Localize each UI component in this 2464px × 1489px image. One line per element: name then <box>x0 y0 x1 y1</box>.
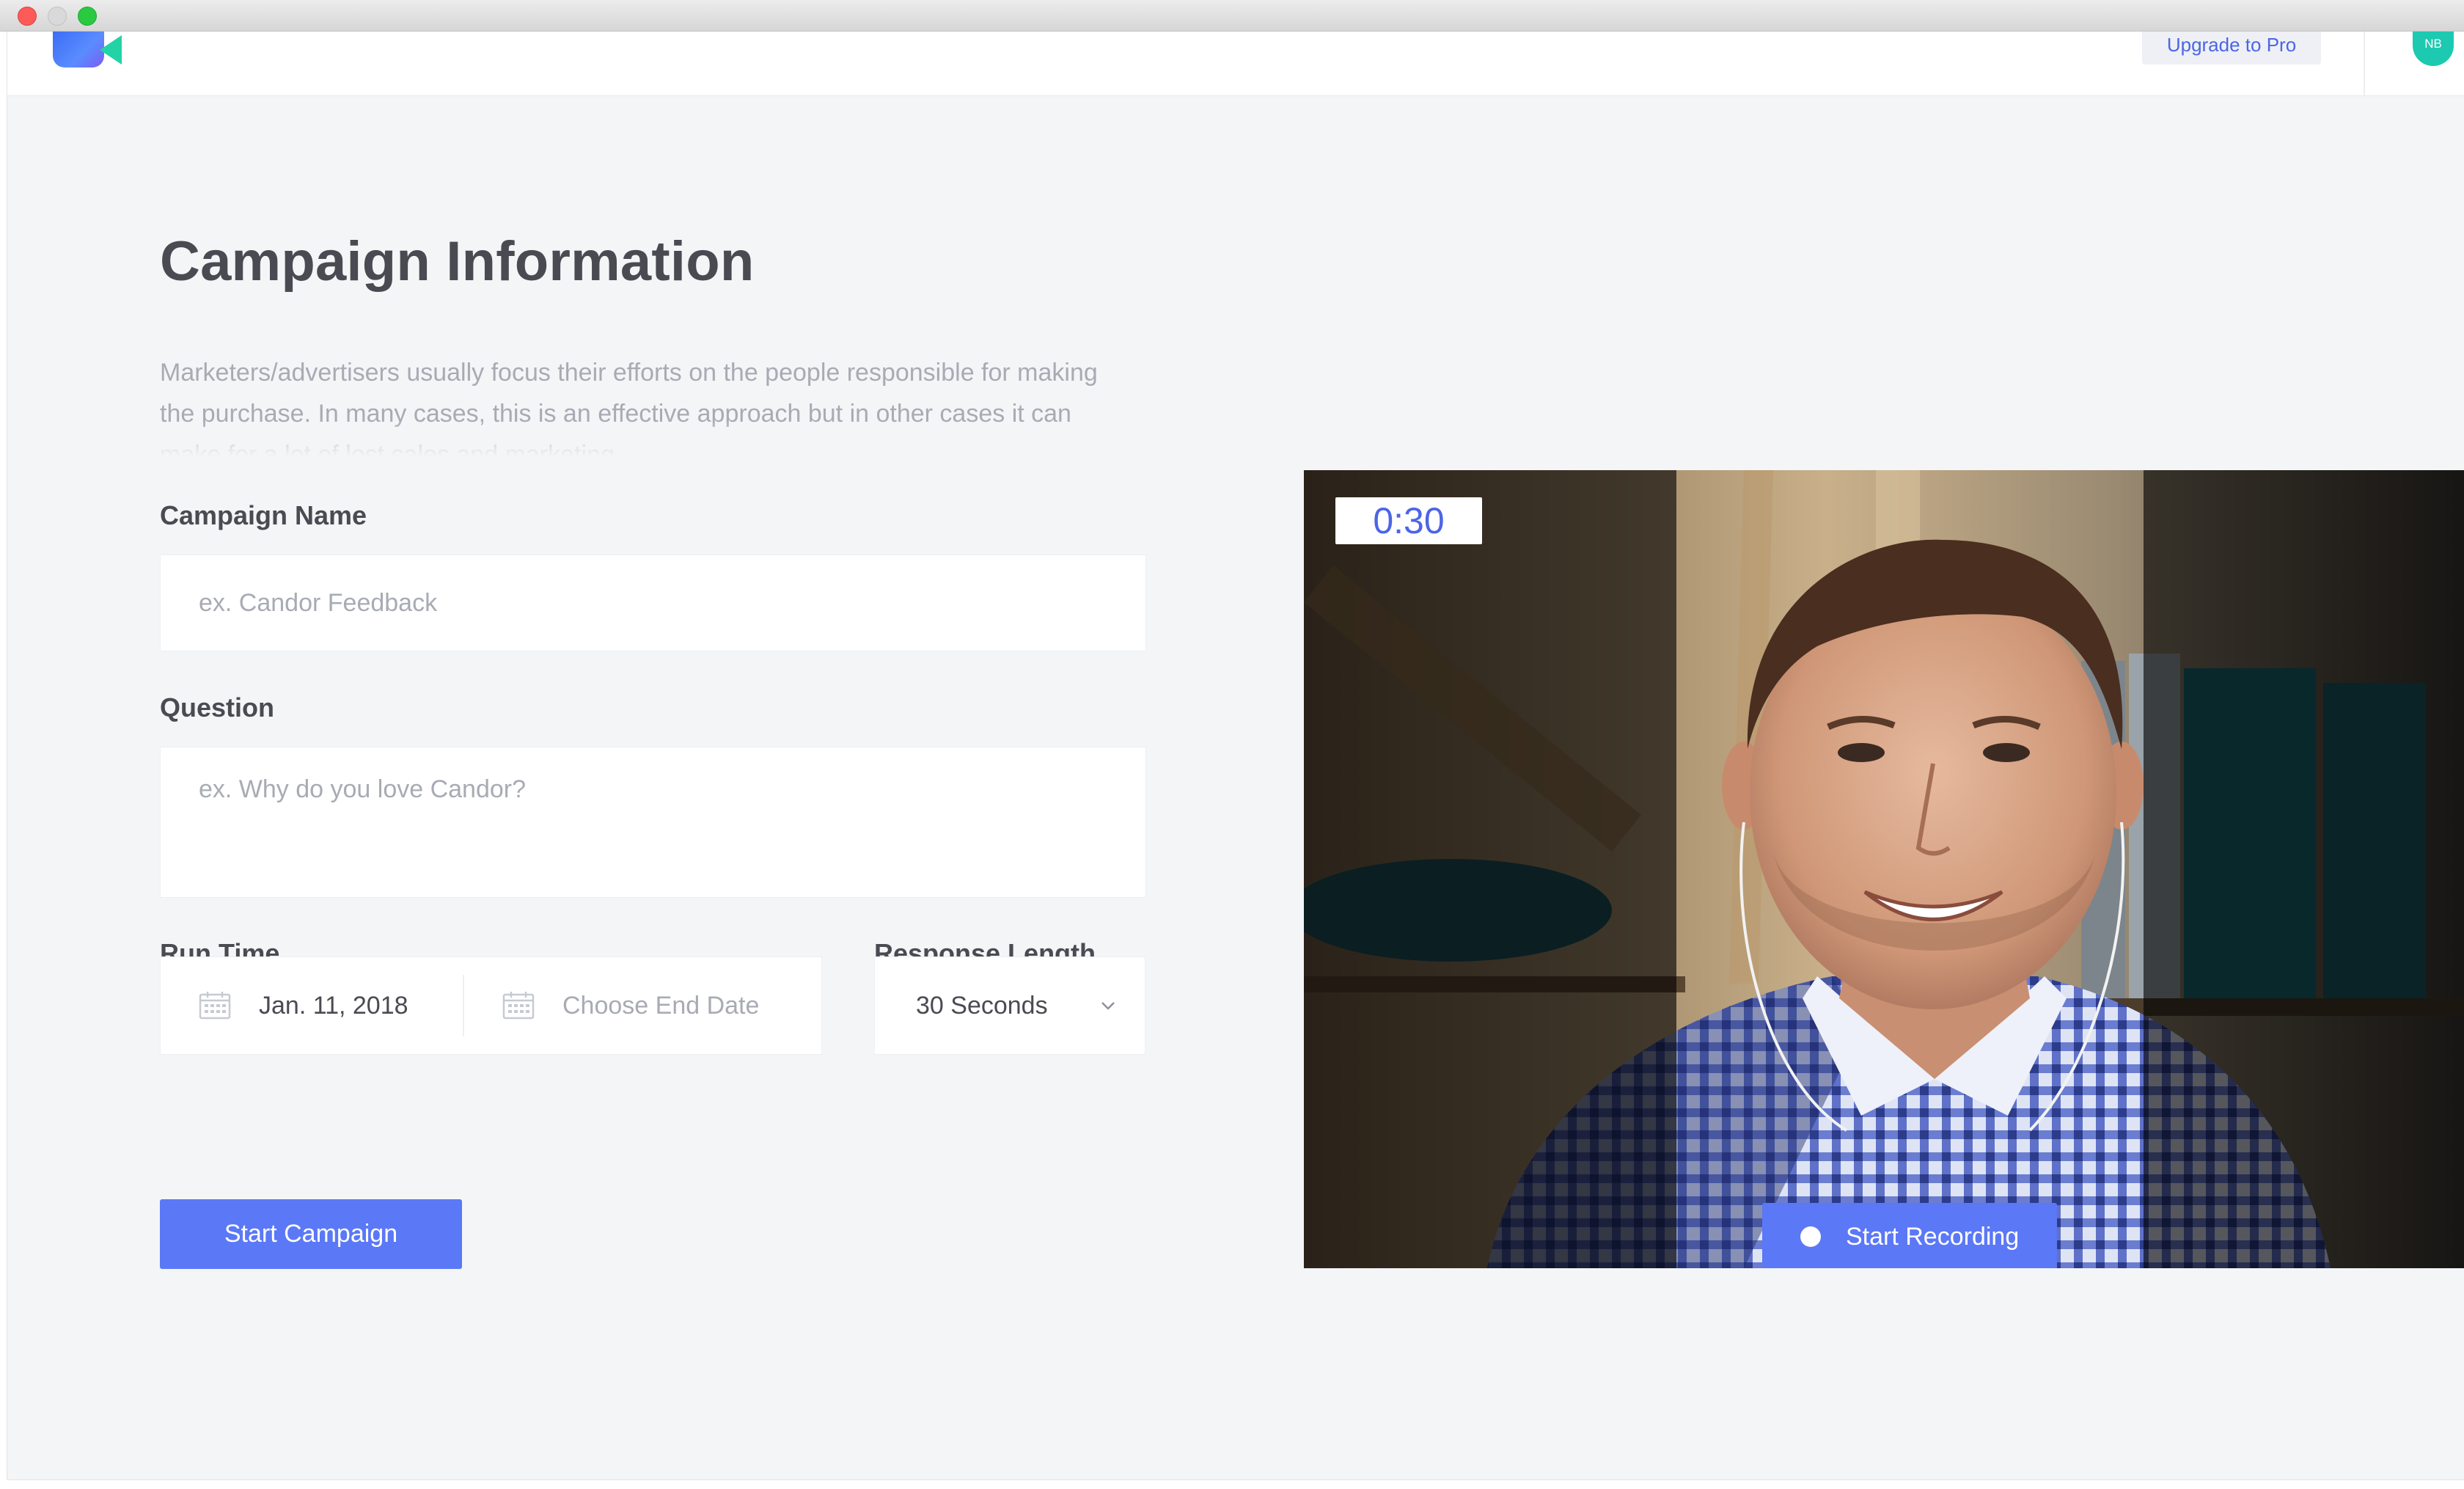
record-dot-icon <box>1800 1226 1821 1247</box>
user-avatar[interactable]: NB <box>2413 31 2454 66</box>
response-length-value: 30 Seconds <box>916 991 1048 1020</box>
calendar-icon <box>199 992 231 1020</box>
app-window: Upgrade to Pro NB Campaign Information M… <box>7 31 2464 1480</box>
response-length-select[interactable]: 30 Seconds <box>874 956 1145 1055</box>
start-date-value: Jan. 11, 2018 <box>259 991 408 1020</box>
chevron-down-icon <box>1101 1002 1115 1010</box>
question-label: Question <box>160 692 275 722</box>
video-overlay-right <box>2144 470 2464 1268</box>
campaign-name-input[interactable] <box>161 555 1145 651</box>
question-field <box>160 747 1146 898</box>
page-description: Marketers/advertisers usually focus thei… <box>160 359 1098 456</box>
close-window-button[interactable] <box>18 7 37 26</box>
logo-camera-body <box>53 31 104 67</box>
video-camera-logo[interactable] <box>53 31 123 69</box>
start-recording-button[interactable]: Start Recording <box>1762 1203 2057 1268</box>
campaign-name-label: Campaign Name <box>160 500 367 530</box>
recording-timer: 0:30 <box>1335 497 1482 544</box>
end-date-placeholder: Choose End Date <box>562 991 760 1020</box>
zoom-window-button[interactable] <box>78 7 97 26</box>
question-textarea[interactable] <box>161 747 1145 897</box>
start-date-picker[interactable]: Jan. 11, 2018 <box>161 957 461 1054</box>
upgrade-to-pro-button[interactable]: Upgrade to Pro <box>2142 31 2321 65</box>
header-divider <box>2364 31 2365 95</box>
logo-camera-lens <box>100 35 122 65</box>
app-header: Upgrade to Pro NB <box>7 31 2464 96</box>
window-titlebar <box>0 0 2464 32</box>
end-date-picker[interactable]: Choose End Date <box>464 957 822 1054</box>
page-title: Campaign Information <box>160 230 755 293</box>
start-campaign-button[interactable]: Start Campaign <box>160 1199 462 1269</box>
run-time-date-range: Jan. 11, 2018 Choose End Date <box>160 956 822 1055</box>
start-recording-label: Start Recording <box>1846 1222 2020 1251</box>
minimize-window-button[interactable] <box>48 7 67 26</box>
calendar-icon <box>502 992 535 1020</box>
video-overlay-left <box>1304 470 1676 1268</box>
video-preview[interactable]: 0:30 Start Recording <box>1304 470 2464 1268</box>
campaign-name-field <box>160 555 1146 651</box>
